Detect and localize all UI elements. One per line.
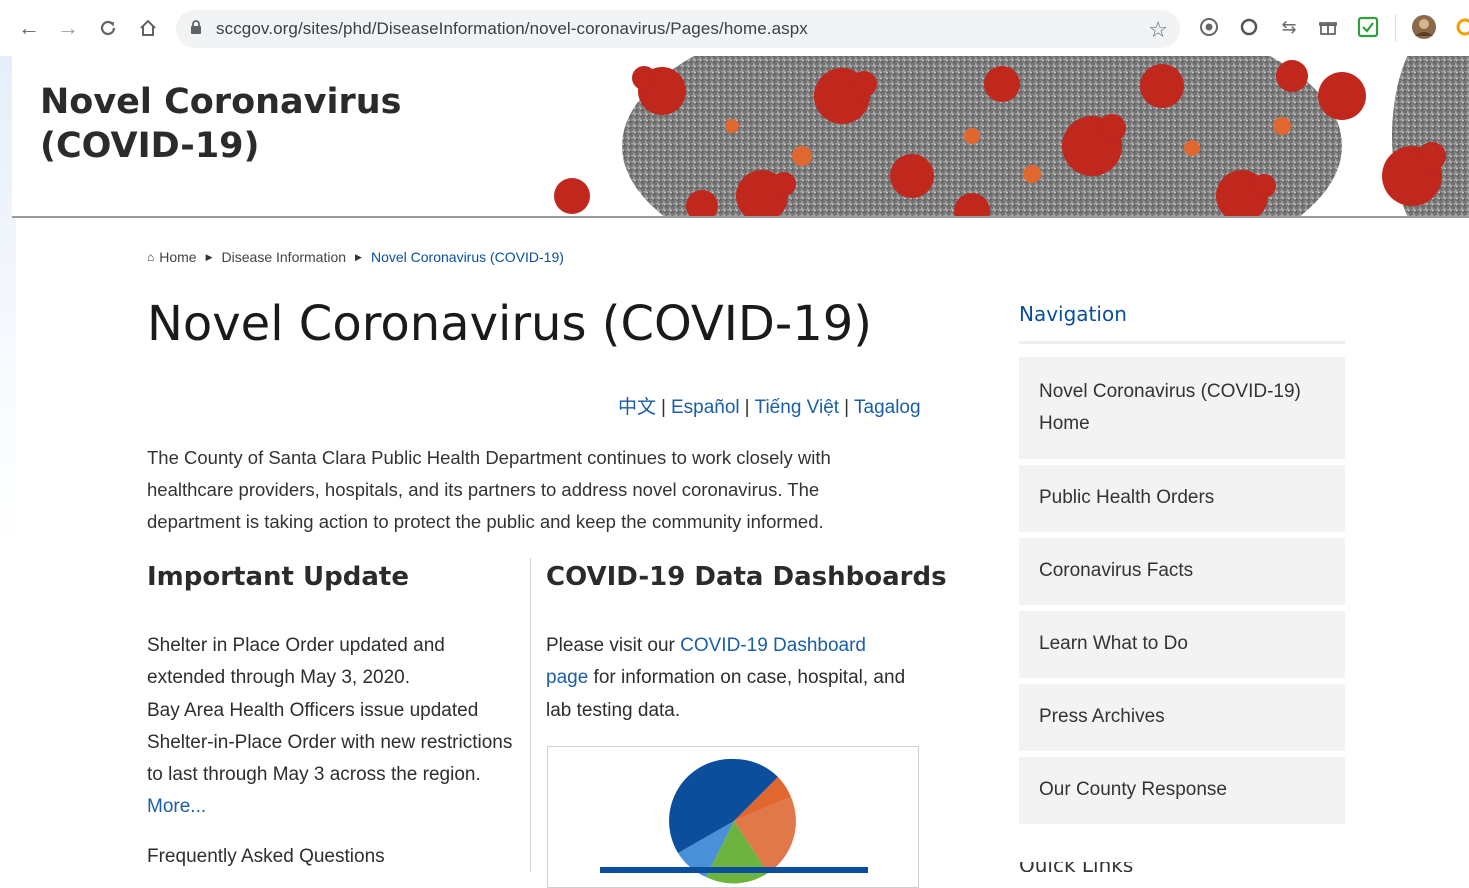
page-title: Novel Coronavirus (COVID-19)	[147, 296, 872, 352]
bookmark-star-icon[interactable]: ☆	[1148, 17, 1168, 43]
language-link-chinese[interactable]: 中文	[618, 397, 656, 418]
more-link[interactable]: More...	[147, 796, 206, 817]
orange-extension-icon[interactable]	[1452, 16, 1469, 38]
column-divider	[530, 558, 531, 872]
dashboards-text-before: Please visit our	[546, 635, 681, 656]
forward-icon[interactable]: →	[54, 14, 82, 42]
update-line-2: Bay Area Health Officers issue updated S…	[147, 699, 513, 786]
url-text: sccgov.org/sites/phd/DiseaseInformation/…	[216, 19, 808, 38]
circle-extension-icon[interactable]	[1238, 16, 1260, 38]
dashboard-image-link[interactable]	[547, 746, 919, 888]
pie-chart-icon	[600, 758, 868, 884]
sidebar-item-learn-what-to-do[interactable]: Learn What to Do	[1019, 611, 1345, 678]
home-icon: ⌂	[147, 250, 155, 264]
language-link-vietnamese[interactable]: Tiếng Việt	[755, 397, 840, 418]
language-separator: |	[844, 397, 849, 418]
home-icon[interactable]	[134, 14, 162, 42]
banner-title: Novel Coronavirus (COVID-19)	[40, 80, 401, 168]
site-banner: Novel Coronavirus (COVID-19)	[12, 56, 1469, 218]
banner-title-line2: (COVID-19)	[40, 126, 260, 166]
quick-links-heading: Quick Links	[1019, 862, 1139, 872]
important-update-text: Shelter in Place Order updated and exten…	[147, 630, 517, 824]
important-update-heading: Important Update	[147, 562, 409, 592]
browser-toolbar: ← → sccgov.org/sites/phd/DiseaseInformat…	[0, 0, 1469, 56]
breadcrumb: ⌂ Home ▶ Disease Information ▶ Novel Cor…	[147, 249, 564, 265]
language-link-spanish[interactable]: Español	[671, 397, 740, 418]
sidebar-item-our-county-response[interactable]: Our County Response	[1019, 757, 1345, 824]
language-separator: |	[744, 397, 750, 418]
update-line-1: Shelter in Place Order updated and exten…	[147, 635, 445, 689]
breadcrumb-home[interactable]: Home	[159, 249, 196, 265]
sidebar-nav: Novel Coronavirus (COVID-19) Home Public…	[1019, 357, 1345, 830]
breadcrumb-current: Novel Coronavirus (COVID-19)	[370, 249, 564, 265]
sidebar-item-covid-home[interactable]: Novel Coronavirus (COVID-19) Home	[1019, 357, 1345, 459]
intro-paragraph: The County of Santa Clara Public Health …	[147, 447, 831, 532]
profile-avatar-icon[interactable]	[1411, 14, 1437, 40]
dashboards-text-after: for information on case, hospital, and l…	[546, 667, 906, 721]
address-bar[interactable]: sccgov.org/sites/phd/DiseaseInformation/…	[176, 10, 1180, 48]
breadcrumb-disease-information[interactable]: Disease Information	[222, 249, 347, 265]
toolbar-divider	[1395, 14, 1396, 42]
green-extension-icon[interactable]	[1357, 16, 1379, 38]
language-separator: |	[661, 397, 666, 418]
sidebar-heading: Navigation	[1019, 302, 1127, 326]
sidebar-item-public-health-orders[interactable]: Public Health Orders	[1019, 465, 1345, 532]
sidebar-item-coronavirus-facts[interactable]: Coronavirus Facts	[1019, 538, 1345, 605]
lock-icon	[191, 20, 201, 34]
quick-links-heading-text: Quick Links	[1019, 862, 1139, 872]
dashboards-text: Please visit our COVID-19 Dashboard page…	[546, 630, 906, 727]
breadcrumb-separator-icon: ▶	[355, 251, 362, 262]
back-icon[interactable]: ←	[15, 14, 43, 42]
faq-heading: Frequently Asked Questions	[147, 846, 385, 867]
arrows-extension-icon[interactable]: ⇆	[1278, 16, 1300, 38]
banner-title-line1: Novel Coronavirus	[40, 82, 402, 122]
sidebar-item-press-archives[interactable]: Press Archives	[1019, 684, 1345, 751]
gift-extension-icon[interactable]	[1317, 16, 1339, 38]
sidebar-divider	[1019, 341, 1345, 344]
dashboards-heading: COVID-19 Data Dashboards	[546, 562, 947, 592]
language-links: 中文 | Español | Tiếng Việt | Tagalog	[618, 392, 921, 419]
extension-icon[interactable]	[1198, 16, 1220, 38]
reload-icon[interactable]	[94, 14, 122, 42]
language-link-tagalog[interactable]: Tagalog	[854, 397, 921, 418]
coronavirus-illustration	[552, 56, 1469, 216]
breadcrumb-separator-icon: ▶	[205, 251, 213, 262]
